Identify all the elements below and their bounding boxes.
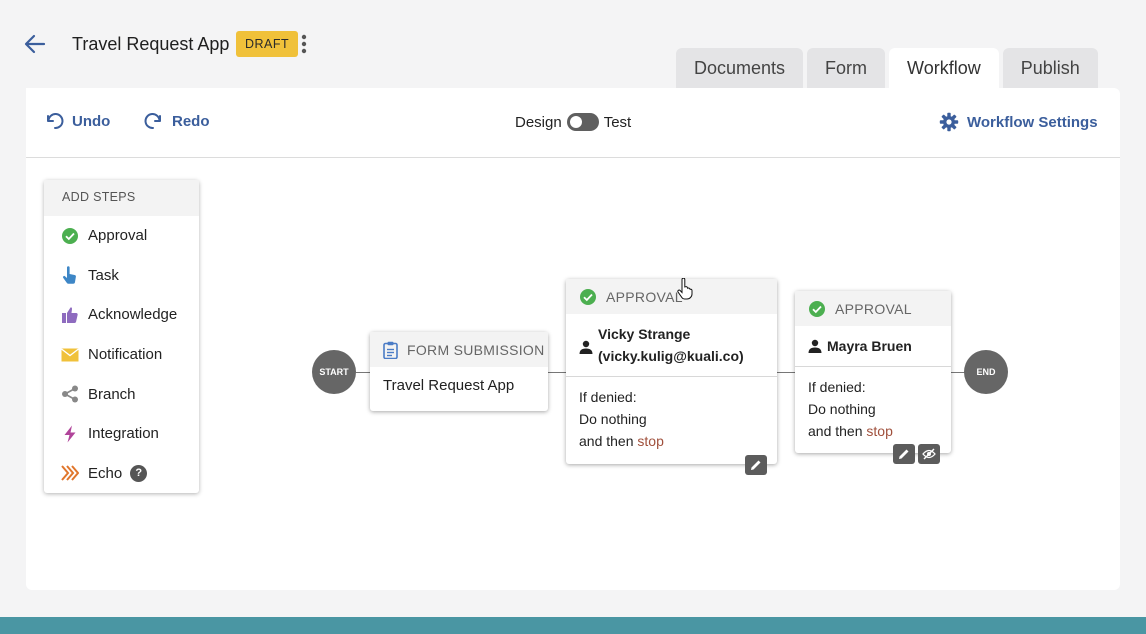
user-icon bbox=[579, 340, 593, 354]
design-test-toggle: Design Test bbox=[515, 113, 631, 131]
step-label: Task bbox=[88, 266, 119, 284]
connector-line bbox=[356, 372, 370, 373]
toggle-design-label: Design bbox=[515, 113, 562, 131]
step-label: Echo bbox=[88, 464, 123, 482]
start-node: START bbox=[312, 350, 356, 394]
eye-slash-icon bbox=[922, 448, 936, 460]
step-label: Approval bbox=[88, 227, 148, 245]
denial-label: If denied: bbox=[579, 389, 637, 405]
approver-block: Mayra Bruen bbox=[795, 326, 951, 366]
workflow-settings-button[interactable]: Workflow Settings bbox=[939, 112, 1098, 132]
status-badge: DRAFT bbox=[236, 31, 299, 57]
denial-rule: If denied: Do nothing and then stop bbox=[795, 367, 951, 442]
approval-header: APPROVAL bbox=[795, 291, 951, 326]
form-node-body: Travel Request App bbox=[383, 377, 515, 394]
approver-email: (vicky.kulig@kuali.co) bbox=[598, 348, 744, 364]
approver: Vicky Strange (vicky.kulig@kuali.co) bbox=[579, 323, 764, 367]
pencil-icon bbox=[751, 460, 761, 470]
denial-then: and then stop bbox=[579, 430, 764, 452]
lightning-icon bbox=[61, 425, 79, 443]
step-notification[interactable]: Notification bbox=[44, 335, 199, 375]
step-label: Branch bbox=[88, 385, 136, 403]
main-tabs: Documents Form Workflow Publish bbox=[676, 48, 1102, 88]
form-node-title: FORM SUBMISSION bbox=[407, 341, 545, 358]
denial-then-prefix: and then bbox=[808, 423, 867, 439]
step-label: Integration bbox=[88, 425, 159, 443]
check-circle-icon bbox=[61, 227, 79, 245]
add-steps-header: ADD STEPS bbox=[44, 180, 199, 216]
app-title: Travel Request App bbox=[72, 34, 230, 54]
approver-block: Vicky Strange (vicky.kulig@kuali.co) bbox=[566, 314, 777, 376]
check-circle-icon bbox=[809, 300, 825, 317]
step-label: Notification bbox=[88, 346, 163, 364]
undo-button[interactable]: Undo bbox=[44, 112, 110, 130]
tab-publish[interactable]: Publish bbox=[1002, 48, 1098, 88]
pointing-hand-icon bbox=[61, 266, 79, 285]
tab-workflow[interactable]: Workflow bbox=[889, 48, 999, 88]
approval-node-1[interactable]: APPROVAL Vicky Strange (vicky.kulig@kual… bbox=[566, 279, 777, 475]
denial-action: Do nothing bbox=[579, 411, 647, 427]
tab-documents[interactable]: Documents bbox=[676, 48, 804, 88]
denial-rule: If denied: Do nothing and then stop bbox=[566, 377, 777, 452]
undo-icon bbox=[47, 113, 64, 129]
connector-line bbox=[777, 372, 795, 373]
form-node-header: FORM SUBMISSION bbox=[370, 332, 548, 367]
clipboard-icon bbox=[383, 341, 398, 359]
workflow-panel: Undo Redo Design Test Workflow Settings bbox=[26, 88, 1120, 590]
mode-switch[interactable] bbox=[566, 113, 599, 131]
chevrons-right-icon bbox=[61, 464, 79, 482]
check-circle-icon bbox=[580, 288, 596, 305]
step-label: Acknowledge bbox=[88, 306, 178, 324]
denial-stop: stop bbox=[866, 423, 893, 439]
workflow-settings-label: Workflow Settings bbox=[967, 113, 1098, 131]
add-steps-panel: ADD STEPS Approval Task Acknowledge Noti… bbox=[44, 180, 199, 493]
hand-cursor-icon bbox=[677, 278, 693, 300]
redo-icon bbox=[144, 113, 161, 129]
hide-step-button[interactable] bbox=[918, 444, 940, 464]
user-icon bbox=[808, 339, 822, 353]
approval-node-2[interactable]: APPROVAL Mayra Bruen If denied: Do nothi… bbox=[795, 291, 951, 464]
step-acknowledge[interactable]: Acknowledge bbox=[44, 295, 199, 335]
approval-title: APPROVAL bbox=[606, 288, 683, 305]
envelope-icon bbox=[61, 346, 79, 364]
approver-name: Mayra Bruen bbox=[827, 338, 912, 354]
switch-knob bbox=[569, 116, 582, 128]
undo-label: Undo bbox=[72, 112, 111, 130]
approver-name: Vicky Strange bbox=[598, 326, 691, 342]
form-submission-node[interactable]: FORM SUBMISSION Travel Request App bbox=[370, 332, 548, 411]
edit-step-button[interactable] bbox=[745, 455, 767, 475]
help-icon[interactable]: ? bbox=[130, 464, 148, 482]
tab-form[interactable]: Form bbox=[807, 48, 886, 88]
denial-then: and then stop bbox=[808, 420, 938, 442]
denial-action: Do nothing bbox=[808, 401, 876, 417]
approval-header: APPROVAL bbox=[566, 279, 777, 314]
denial-stop: stop bbox=[637, 433, 664, 449]
step-approval[interactable]: Approval bbox=[44, 216, 199, 256]
connector-line bbox=[548, 372, 566, 373]
step-branch[interactable]: Branch bbox=[44, 374, 199, 414]
gear-icon bbox=[939, 112, 959, 132]
connector-line bbox=[951, 372, 965, 373]
redo-button[interactable]: Redo bbox=[144, 112, 210, 130]
pencil-icon bbox=[899, 449, 909, 459]
kebab-vertical-icon bbox=[301, 34, 307, 54]
redo-label: Redo bbox=[172, 112, 210, 130]
approval-title: APPROVAL bbox=[835, 300, 912, 317]
share-icon bbox=[61, 385, 79, 403]
workflow-toolbar: Undo Redo Design Test Workflow Settings bbox=[26, 88, 1120, 158]
thumbs-up-icon bbox=[61, 306, 79, 324]
denial-then-prefix: and then bbox=[579, 433, 638, 449]
approver: Mayra Bruen bbox=[808, 335, 938, 357]
end-node: END bbox=[964, 350, 1008, 394]
back-button[interactable] bbox=[22, 32, 48, 56]
toggle-test-label: Test bbox=[603, 113, 632, 131]
footer-bar bbox=[0, 617, 1146, 634]
edit-step-button[interactable] bbox=[893, 444, 915, 464]
step-task[interactable]: Task bbox=[44, 256, 199, 296]
step-echo[interactable]: Echo ? bbox=[44, 454, 199, 494]
more-options-button[interactable] bbox=[297, 34, 311, 54]
denial-label: If denied: bbox=[808, 379, 866, 395]
arrow-left-icon bbox=[24, 34, 46, 54]
step-integration[interactable]: Integration bbox=[44, 414, 199, 454]
